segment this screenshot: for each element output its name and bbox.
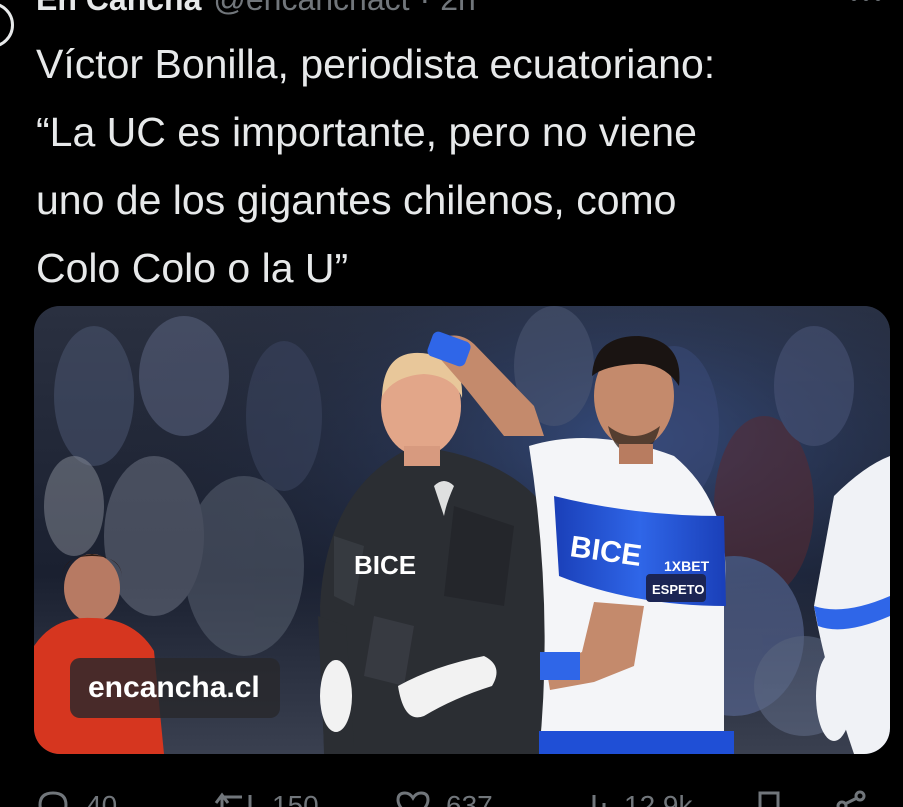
- tweet-header: En Cancha @encanchact · 2h: [36, 0, 476, 18]
- tweet-text-line: uno de los gigantes chilenos, como: [36, 177, 677, 223]
- separator-dot: ·: [420, 0, 431, 18]
- goalkeeper-sponsor: BICE: [354, 550, 416, 580]
- source-watermark: encancha.cl: [70, 658, 280, 718]
- retweet-button[interactable]: 150: [214, 789, 319, 807]
- captain-armband: ESPETO: [652, 582, 705, 597]
- tweet-text-line: Víctor Bonilla, periodista ecuatoriano:: [36, 41, 716, 87]
- retweet-count: 150: [272, 790, 319, 807]
- like-button[interactable]: 637: [394, 789, 493, 807]
- tweet-photo[interactable]: BICE BICE 1XBET ESPETO encancha.cl: [34, 306, 890, 754]
- views-count: 12.9k: [624, 790, 693, 807]
- reply-icon: [34, 789, 72, 807]
- tweet-actions: 40 150 637 12.9k: [34, 786, 890, 807]
- share-icon: [834, 789, 868, 807]
- reply-button[interactable]: 40: [34, 789, 117, 807]
- reply-count: 40: [86, 790, 118, 807]
- views-icon: [578, 789, 610, 807]
- like-count: 637: [446, 790, 493, 807]
- timestamp[interactable]: 2h: [440, 0, 476, 18]
- tweet-text: Víctor Bonilla, periodista ecuatoriano: …: [36, 30, 886, 302]
- retweet-icon: [214, 789, 258, 807]
- tweet-text-line: “La UC es importante, pero no viene: [36, 109, 697, 155]
- avatar[interactable]: [0, 2, 14, 48]
- bookmark-icon: [754, 789, 784, 807]
- user-handle[interactable]: @encanchact: [213, 0, 409, 18]
- bookmark-button[interactable]: [754, 789, 784, 807]
- tweet-text-line: Colo Colo o la U”: [36, 245, 349, 291]
- views-button[interactable]: 12.9k: [578, 789, 693, 807]
- display-name[interactable]: En Cancha: [36, 0, 201, 18]
- heart-icon: [394, 789, 432, 807]
- more-horizontal-icon[interactable]: [851, 0, 881, 10]
- sleeve-sponsor: 1XBET: [664, 558, 710, 574]
- share-button[interactable]: [834, 789, 868, 807]
